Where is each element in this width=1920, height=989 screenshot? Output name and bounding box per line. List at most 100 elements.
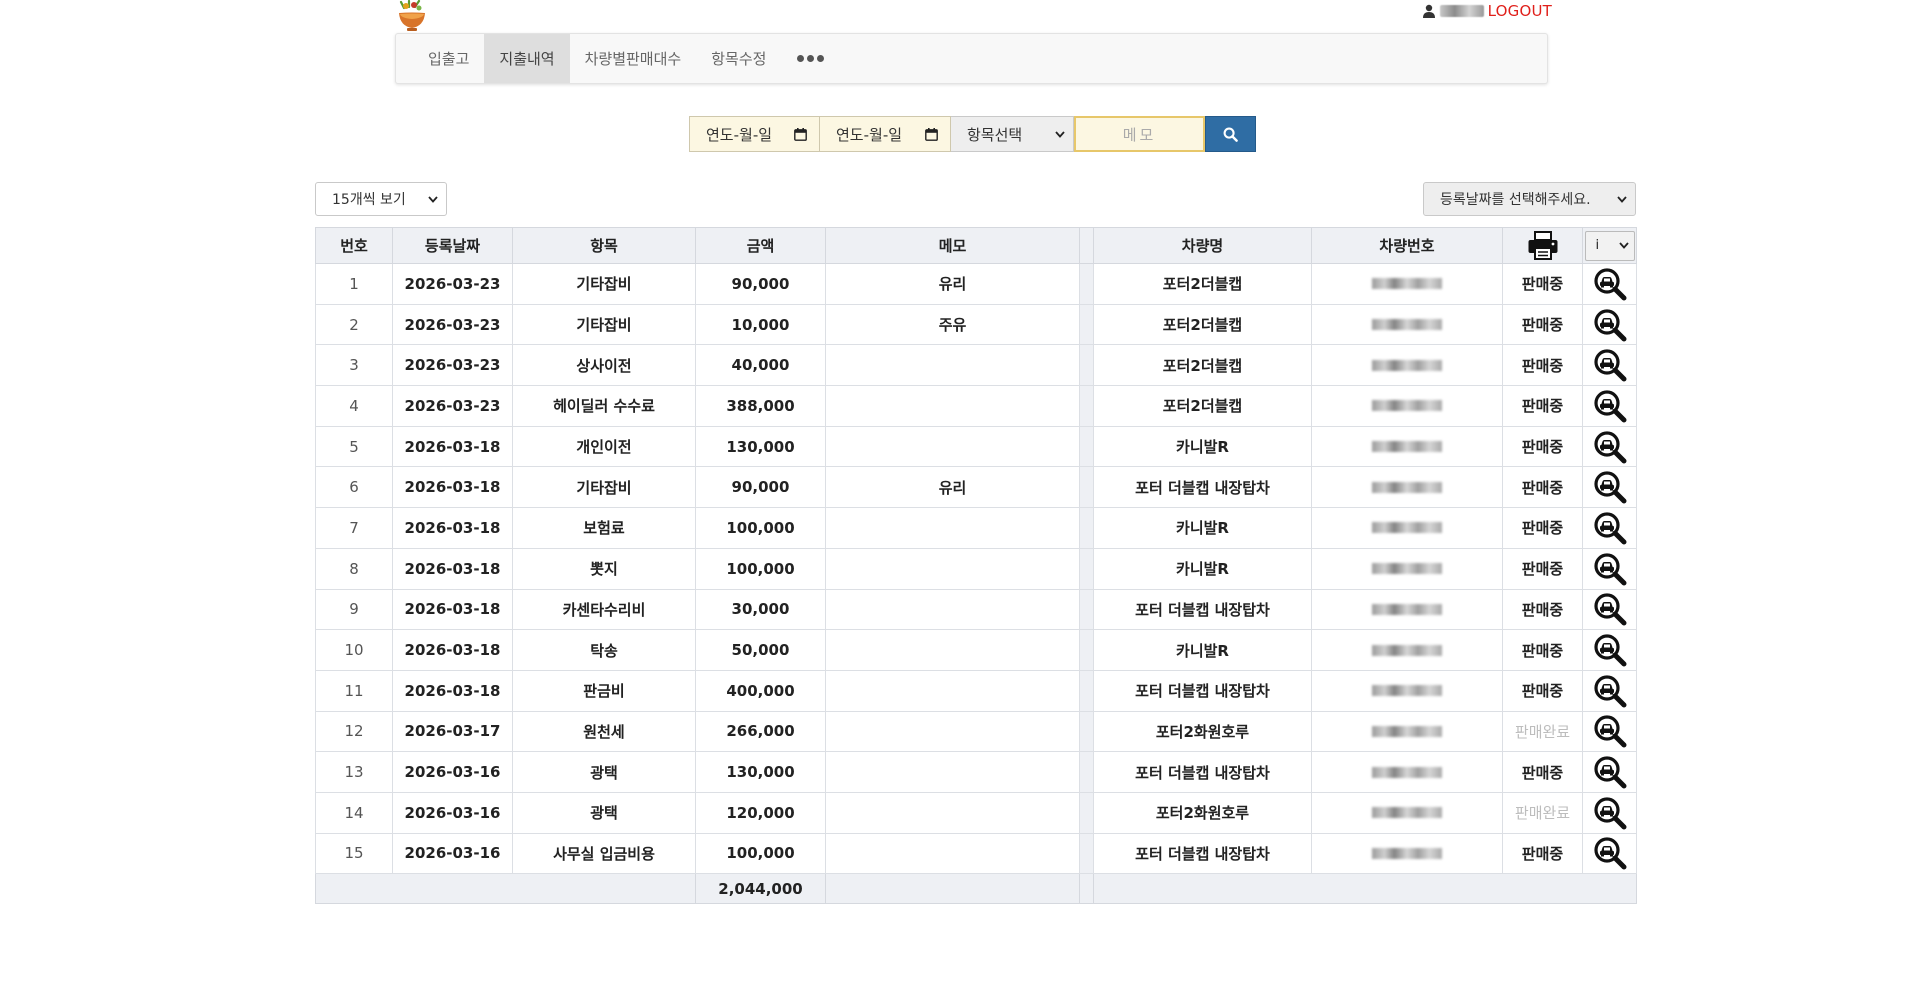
category-select[interactable]: 항목선택 bbox=[951, 116, 1074, 152]
cell-view bbox=[1582, 385, 1637, 427]
magnifier-car-icon[interactable] bbox=[1593, 430, 1627, 464]
cell-car-name: 포터 더블캡 내장탑차 bbox=[1093, 832, 1312, 875]
car-number-redacted bbox=[1372, 522, 1442, 534]
user-area: LOGOUT bbox=[1422, 2, 1552, 20]
magnifier-car-icon[interactable] bbox=[1593, 267, 1627, 301]
table-row[interactable]: 15 2026-03-16 사무실 입금비용 100,000 포터 더블캡 내장… bbox=[315, 832, 1637, 875]
cell-car-number bbox=[1311, 832, 1503, 875]
info-select[interactable]: i bbox=[1584, 230, 1635, 261]
cell-view bbox=[1582, 710, 1637, 753]
cell-view bbox=[1582, 263, 1637, 305]
magnifier-car-icon[interactable] bbox=[1593, 633, 1627, 667]
page-size-select[interactable]: 15개씩 보기 bbox=[315, 182, 447, 216]
cell-status: 판매중 bbox=[1502, 669, 1583, 712]
cell-spacer bbox=[1079, 710, 1094, 753]
more-dot-icon bbox=[806, 55, 814, 62]
cell-amount: 266,000 bbox=[695, 710, 826, 753]
table-row[interactable]: 7 2026-03-18 보험료 100,000 카니발R 판매중 bbox=[315, 507, 1637, 549]
col-header-info: i bbox=[1582, 227, 1637, 264]
cell-amount: 30,000 bbox=[695, 588, 826, 631]
logout-link[interactable]: LOGOUT bbox=[1488, 2, 1552, 20]
magnifier-car-icon[interactable] bbox=[1593, 552, 1627, 586]
table-row[interactable]: 5 2026-03-18 개인이전 130,000 카니발R 판매중 bbox=[315, 425, 1637, 468]
nav-item-expenses[interactable]: 지출내역 bbox=[484, 34, 570, 83]
table-row[interactable]: 3 2026-03-23 상사이전 40,000 포터2더블캡 판매중 bbox=[315, 344, 1637, 387]
info-select-value: i bbox=[1595, 238, 1600, 253]
nav-item-inout[interactable]: 입출고 bbox=[413, 34, 484, 83]
cell-spacer bbox=[1079, 466, 1094, 509]
cell-no: 8 bbox=[315, 547, 393, 590]
magnifier-car-icon[interactable] bbox=[1593, 308, 1627, 342]
table-row[interactable]: 13 2026-03-16 광택 130,000 포터 더블캡 내장탑차 판매중 bbox=[315, 751, 1637, 793]
table-row[interactable]: 11 2026-03-18 판금비 400,000 포터 더블캡 내장탑차 판매… bbox=[315, 669, 1637, 712]
start-date-input[interactable]: 연도-월-일 bbox=[689, 116, 820, 152]
date-filter-select[interactable]: 등록날짜를 선택해주세요. bbox=[1423, 182, 1636, 216]
cell-no: 13 bbox=[315, 751, 393, 793]
cell-item: 상사이전 bbox=[512, 344, 696, 387]
cell-item: 기타잡비 bbox=[512, 263, 696, 305]
cell-car-number bbox=[1311, 669, 1503, 712]
cell-no: 12 bbox=[315, 710, 393, 753]
cell-car-name: 포터2더블캡 bbox=[1093, 263, 1312, 305]
cell-spacer bbox=[1079, 547, 1094, 590]
col-header-amount: 금액 bbox=[695, 227, 826, 264]
printer-icon bbox=[1528, 230, 1557, 260]
magnifier-car-icon[interactable] bbox=[1593, 511, 1627, 545]
cell-car-name: 포터2더블캡 bbox=[1093, 303, 1312, 346]
print-button[interactable] bbox=[1502, 227, 1583, 264]
table-row[interactable]: 9 2026-03-18 카센타수리비 30,000 포터 더블캡 내장탑차 판… bbox=[315, 588, 1637, 631]
cell-amount: 130,000 bbox=[695, 751, 826, 793]
magnifier-car-icon[interactable] bbox=[1593, 796, 1627, 830]
cell-amount: 90,000 bbox=[695, 263, 826, 305]
cell-status: 판매중 bbox=[1502, 303, 1583, 346]
cell-car-name: 포터2화원호루 bbox=[1093, 791, 1312, 834]
cell-car-name: 포터2더블캡 bbox=[1093, 385, 1312, 427]
magnifier-car-icon[interactable] bbox=[1593, 714, 1627, 748]
cell-memo bbox=[825, 344, 1080, 387]
car-number-redacted bbox=[1372, 441, 1442, 453]
nav-item-edit-items[interactable]: 항목수정 bbox=[696, 34, 781, 83]
cell-item: 판금비 bbox=[512, 669, 696, 712]
calendar-icon[interactable] bbox=[794, 127, 807, 141]
end-date-input[interactable]: 연도-월-일 bbox=[820, 116, 951, 152]
memo-input[interactable]: 메모 bbox=[1074, 116, 1205, 152]
car-number-redacted bbox=[1372, 481, 1442, 493]
cell-spacer bbox=[1079, 629, 1094, 671]
col-header-spacer bbox=[1079, 227, 1094, 264]
cell-memo bbox=[825, 385, 1080, 427]
magnifier-car-icon[interactable] bbox=[1593, 348, 1627, 382]
search-button[interactable] bbox=[1205, 116, 1256, 152]
table-row[interactable]: 8 2026-03-18 뽓지 100,000 카니발R 판매중 bbox=[315, 547, 1637, 590]
table-total-row: 2,044,000 bbox=[315, 873, 1637, 905]
magnifier-car-icon[interactable] bbox=[1593, 389, 1627, 423]
memo-placeholder: 메모 bbox=[1122, 125, 1157, 144]
cell-amount: 90,000 bbox=[695, 466, 826, 509]
cell-date: 2026-03-23 bbox=[392, 263, 513, 305]
cell-memo bbox=[825, 425, 1080, 468]
car-number-redacted bbox=[1372, 603, 1442, 615]
magnifier-car-icon[interactable] bbox=[1593, 592, 1627, 626]
calendar-icon[interactable] bbox=[925, 127, 938, 141]
magnifier-car-icon[interactable] bbox=[1593, 755, 1627, 789]
total-spacer-cell bbox=[1079, 873, 1094, 905]
magnifier-car-icon[interactable] bbox=[1593, 674, 1627, 708]
table-row[interactable]: 12 2026-03-17 원천세 266,000 포터2화원호루 판매완료 bbox=[315, 710, 1637, 753]
magnifier-car-icon[interactable] bbox=[1593, 836, 1627, 870]
cell-date: 2026-03-18 bbox=[392, 466, 513, 509]
nav-more-button[interactable] bbox=[781, 34, 839, 83]
table-row[interactable]: 1 2026-03-23 기타잡비 90,000 유리 포터2더블캡 판매중 bbox=[315, 263, 1637, 305]
table-row[interactable]: 6 2026-03-18 기타잡비 90,000 유리 포터 더블캡 내장탑차 … bbox=[315, 466, 1637, 509]
cell-amount: 388,000 bbox=[695, 385, 826, 427]
cell-view bbox=[1582, 629, 1637, 671]
table-row[interactable]: 4 2026-03-23 헤이딜러 수수료 388,000 포터2더블캡 판매중 bbox=[315, 385, 1637, 427]
table-row[interactable]: 10 2026-03-18 탁송 50,000 카니발R 판매중 bbox=[315, 629, 1637, 671]
col-header-no: 번호 bbox=[315, 227, 393, 264]
nav-item-sales-by-car[interactable]: 차량별판매대수 bbox=[570, 34, 697, 83]
cell-date: 2026-03-18 bbox=[392, 588, 513, 631]
car-number-redacted bbox=[1372, 563, 1442, 575]
logo[interactable] bbox=[397, 0, 427, 32]
table-row[interactable]: 2 2026-03-23 기타잡비 10,000 주유 포터2더블캡 판매중 bbox=[315, 303, 1637, 346]
magnifier-car-icon[interactable] bbox=[1593, 470, 1627, 504]
table-row[interactable]: 14 2026-03-16 광택 120,000 포터2화원호루 판매완료 bbox=[315, 791, 1637, 834]
cell-car-name: 카니발R bbox=[1093, 425, 1312, 468]
